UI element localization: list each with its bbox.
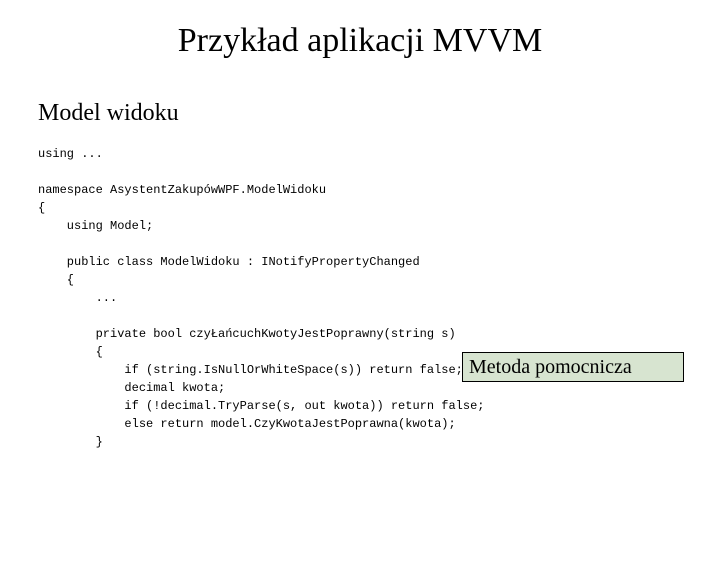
code-line: using Model;: [38, 219, 153, 233]
code-line: ...: [38, 291, 117, 305]
callout-box: Metoda pomocnicza: [462, 352, 684, 382]
code-block: using ... namespace AsystentZakupówWPF.M…: [38, 145, 720, 451]
slide-subtitle: Model widoku: [38, 100, 720, 127]
code-line: {: [38, 201, 45, 215]
slide-title: Przykład aplikacji MVVM: [0, 22, 720, 60]
callout-text: Metoda pomocnicza: [469, 356, 632, 379]
code-line: if (string.IsNullOrWhiteSpace(s)) return…: [38, 363, 463, 377]
code-line: }: [38, 435, 103, 449]
code-line: using ...: [38, 147, 103, 161]
code-line: namespace AsystentZakupówWPF.ModelWidoku: [38, 183, 326, 197]
code-line: decimal kwota;: [38, 381, 225, 395]
code-line: if (!decimal.TryParse(s, out kwota)) ret…: [38, 399, 484, 413]
code-line: {: [38, 273, 74, 287]
code-line: {: [38, 345, 103, 359]
code-line: else return model.CzyKwotaJestPoprawna(k…: [38, 417, 456, 431]
code-line: public class ModelWidoku : INotifyProper…: [38, 255, 420, 269]
code-line: private bool czyŁańcuchKwotyJestPoprawny…: [38, 327, 456, 341]
